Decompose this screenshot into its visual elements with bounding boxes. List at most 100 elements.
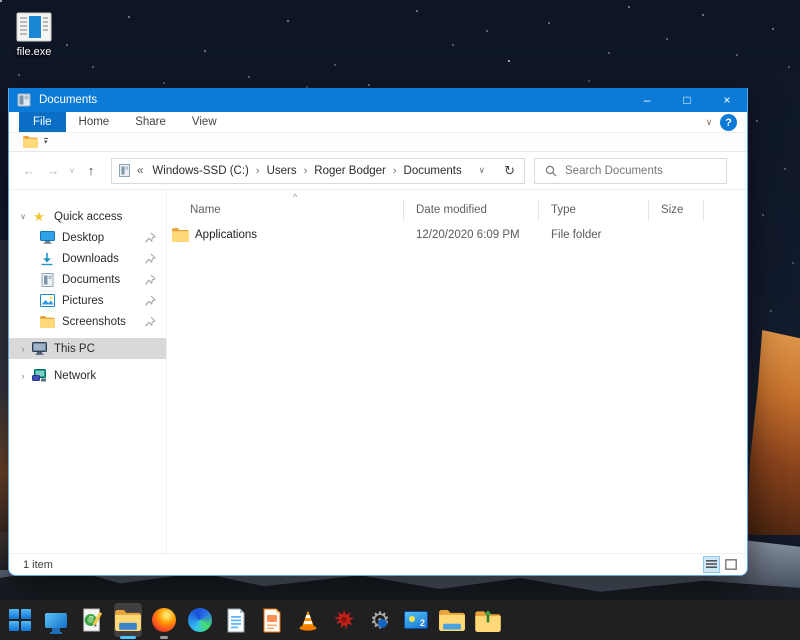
column-header-size[interactable]: Size <box>649 199 704 221</box>
pin-icon[interactable] <box>144 316 156 328</box>
search-icon <box>545 165 557 176</box>
pin-icon[interactable] <box>144 295 156 307</box>
status-bar: 1 item <box>9 553 747 575</box>
start-button[interactable] <box>6 603 34 637</box>
mountain-alpenglow-decoration <box>746 330 800 535</box>
chevron-right-icon[interactable]: › <box>15 344 31 354</box>
taskbar-settings[interactable]: ⚙ <box>366 603 394 637</box>
window-title: Documents <box>39 94 98 106</box>
back-button[interactable]: ← <box>17 158 41 184</box>
sun-icon <box>409 616 415 622</box>
pin-icon[interactable] <box>144 253 156 265</box>
breadcrumb-overflow[interactable]: « <box>137 165 143 177</box>
taskbar: ⚙ 2 <box>0 600 800 640</box>
column-header-name[interactable]: Name <box>167 199 404 221</box>
address-dropdown-chevron-icon[interactable]: ∨ <box>469 165 496 176</box>
sidebar-item-pictures[interactable]: Pictures <box>9 290 166 311</box>
folder-icon <box>172 228 189 242</box>
search-input[interactable] <box>565 164 720 177</box>
file-type: File folder <box>551 229 602 241</box>
explorer-app-icon <box>17 93 31 107</box>
taskbar-vlc[interactable] <box>294 603 322 637</box>
quick-access-star-icon: ★ <box>33 208 45 224</box>
address-bar[interactable]: « Windows-SSD (C:) › Users › Roger Bodge… <box>111 157 525 184</box>
taskbar-edge[interactable] <box>186 603 214 637</box>
network-icon <box>31 368 47 384</box>
close-button[interactable]: × <box>707 88 747 112</box>
exe-app-icon <box>16 12 52 42</box>
search-box[interactable] <box>534 157 727 184</box>
taskbar-paint-splatter-app[interactable] <box>330 603 358 637</box>
breadcrumb-drive[interactable]: Windows-SSD (C:) <box>150 165 250 177</box>
folder-icon <box>439 609 465 631</box>
monitor-icon <box>45 612 67 632</box>
navigation-pane: ∨ ★ Quick access Desktop Downloads Docum… <box>9 190 166 553</box>
breadcrumb-separator-icon[interactable]: › <box>299 165 313 177</box>
html-editor-icon <box>83 608 103 632</box>
stars-decoration <box>0 0 2 2</box>
folder-icon[interactable] <box>23 136 38 148</box>
tab-file[interactable]: File <box>19 112 66 132</box>
taskbar-folder-upload-shortcut[interactable] <box>474 603 502 637</box>
tab-home[interactable]: Home <box>66 112 123 132</box>
vlc-cone-icon <box>299 610 317 631</box>
chevron-right-icon[interactable]: › <box>15 371 31 381</box>
tab-view[interactable]: View <box>179 112 230 132</box>
taskbar-firefox[interactable] <box>150 603 178 639</box>
taskbar-monitor-app[interactable] <box>42 603 70 637</box>
refresh-button[interactable]: ↻ <box>495 163 524 179</box>
column-header-date-modified[interactable]: Date modified <box>404 199 539 221</box>
forward-button[interactable]: → <box>41 158 65 184</box>
taskbar-display-media-app[interactable]: 2 <box>402 603 430 637</box>
sidebar-item-network[interactable]: › Network <box>9 365 166 386</box>
window-titlebar[interactable]: Documents – □ × <box>9 88 747 112</box>
desktop-wallpaper: file.exe Documents – □ × File Home Share… <box>0 0 800 640</box>
large-icons-view-button[interactable] <box>722 556 739 573</box>
help-button[interactable]: ? <box>720 114 737 131</box>
qat-customize-arrow-icon[interactable]: ▾ <box>44 138 48 146</box>
taskbar-impress-app[interactable] <box>258 603 286 637</box>
sidebar-item-screenshots[interactable]: Screenshots <box>9 311 166 332</box>
pin-icon[interactable] <box>144 274 156 286</box>
pin-icon[interactable] <box>144 232 156 244</box>
breadcrumb-users[interactable]: Users <box>265 165 299 177</box>
ribbon-collapse-chevron-icon[interactable]: ∨ <box>698 112 720 132</box>
column-header-type[interactable]: Type <box>539 199 649 221</box>
breadcrumb-current-folder[interactable]: Documents <box>402 165 464 177</box>
recent-locations-chevron-icon[interactable]: ∨ <box>65 158 79 184</box>
tab-share[interactable]: Share <box>122 112 179 132</box>
sidebar-item-quick-access[interactable]: ∨ ★ Quick access <box>9 206 166 227</box>
taskbar-html-editor-app[interactable] <box>78 603 106 637</box>
display-media-icon: 2 <box>404 611 428 629</box>
file-explorer-icon <box>115 609 141 631</box>
up-button[interactable]: ↑ <box>79 158 103 184</box>
minimize-button[interactable]: – <box>627 88 667 112</box>
file-row-applications[interactable]: Applications 12/20/2020 6:09 PM File fol… <box>167 224 747 246</box>
sort-ascending-icon[interactable]: ^ <box>293 192 297 202</box>
impress-icon <box>263 608 281 632</box>
desktop-icon <box>39 230 55 246</box>
this-pc-icon <box>31 341 47 357</box>
ribbon-tab-bar: File Home Share View ∨ ? <box>9 112 747 133</box>
navigation-bar: ← → ∨ ↑ « Windows-SSD (C:) › Users › Rog… <box>9 152 747 190</box>
pictures-icon <box>39 293 55 309</box>
sidebar-item-desktop[interactable]: Desktop <box>9 227 166 248</box>
chevron-down-icon[interactable]: ∨ <box>15 212 31 221</box>
desktop-icon-file-exe[interactable]: file.exe <box>2 12 66 58</box>
breadcrumb-user[interactable]: Roger Bodger <box>312 165 388 177</box>
details-view-icon <box>706 559 717 568</box>
folder-upload-icon <box>475 609 501 632</box>
sidebar-item-downloads[interactable]: Downloads <box>9 248 166 269</box>
column-headers: ^ Name Date modified Type Size <box>167 192 747 221</box>
taskbar-file-explorer[interactable] <box>114 603 142 639</box>
gear-icon: ⚙ <box>369 606 391 633</box>
taskbar-writer-document-app[interactable] <box>222 603 250 637</box>
sidebar-item-documents[interactable]: Documents <box>9 269 166 290</box>
breadcrumb-separator-icon[interactable]: › <box>251 165 265 177</box>
details-view-button[interactable] <box>703 556 720 573</box>
file-list-pane: ^ Name Date modified Type Size Applicati… <box>166 190 747 553</box>
breadcrumb-separator-icon[interactable]: › <box>388 165 402 177</box>
maximize-button[interactable]: □ <box>667 88 707 112</box>
sidebar-item-this-pc[interactable]: › This PC <box>9 338 166 359</box>
taskbar-folder-shortcut[interactable] <box>438 603 466 637</box>
